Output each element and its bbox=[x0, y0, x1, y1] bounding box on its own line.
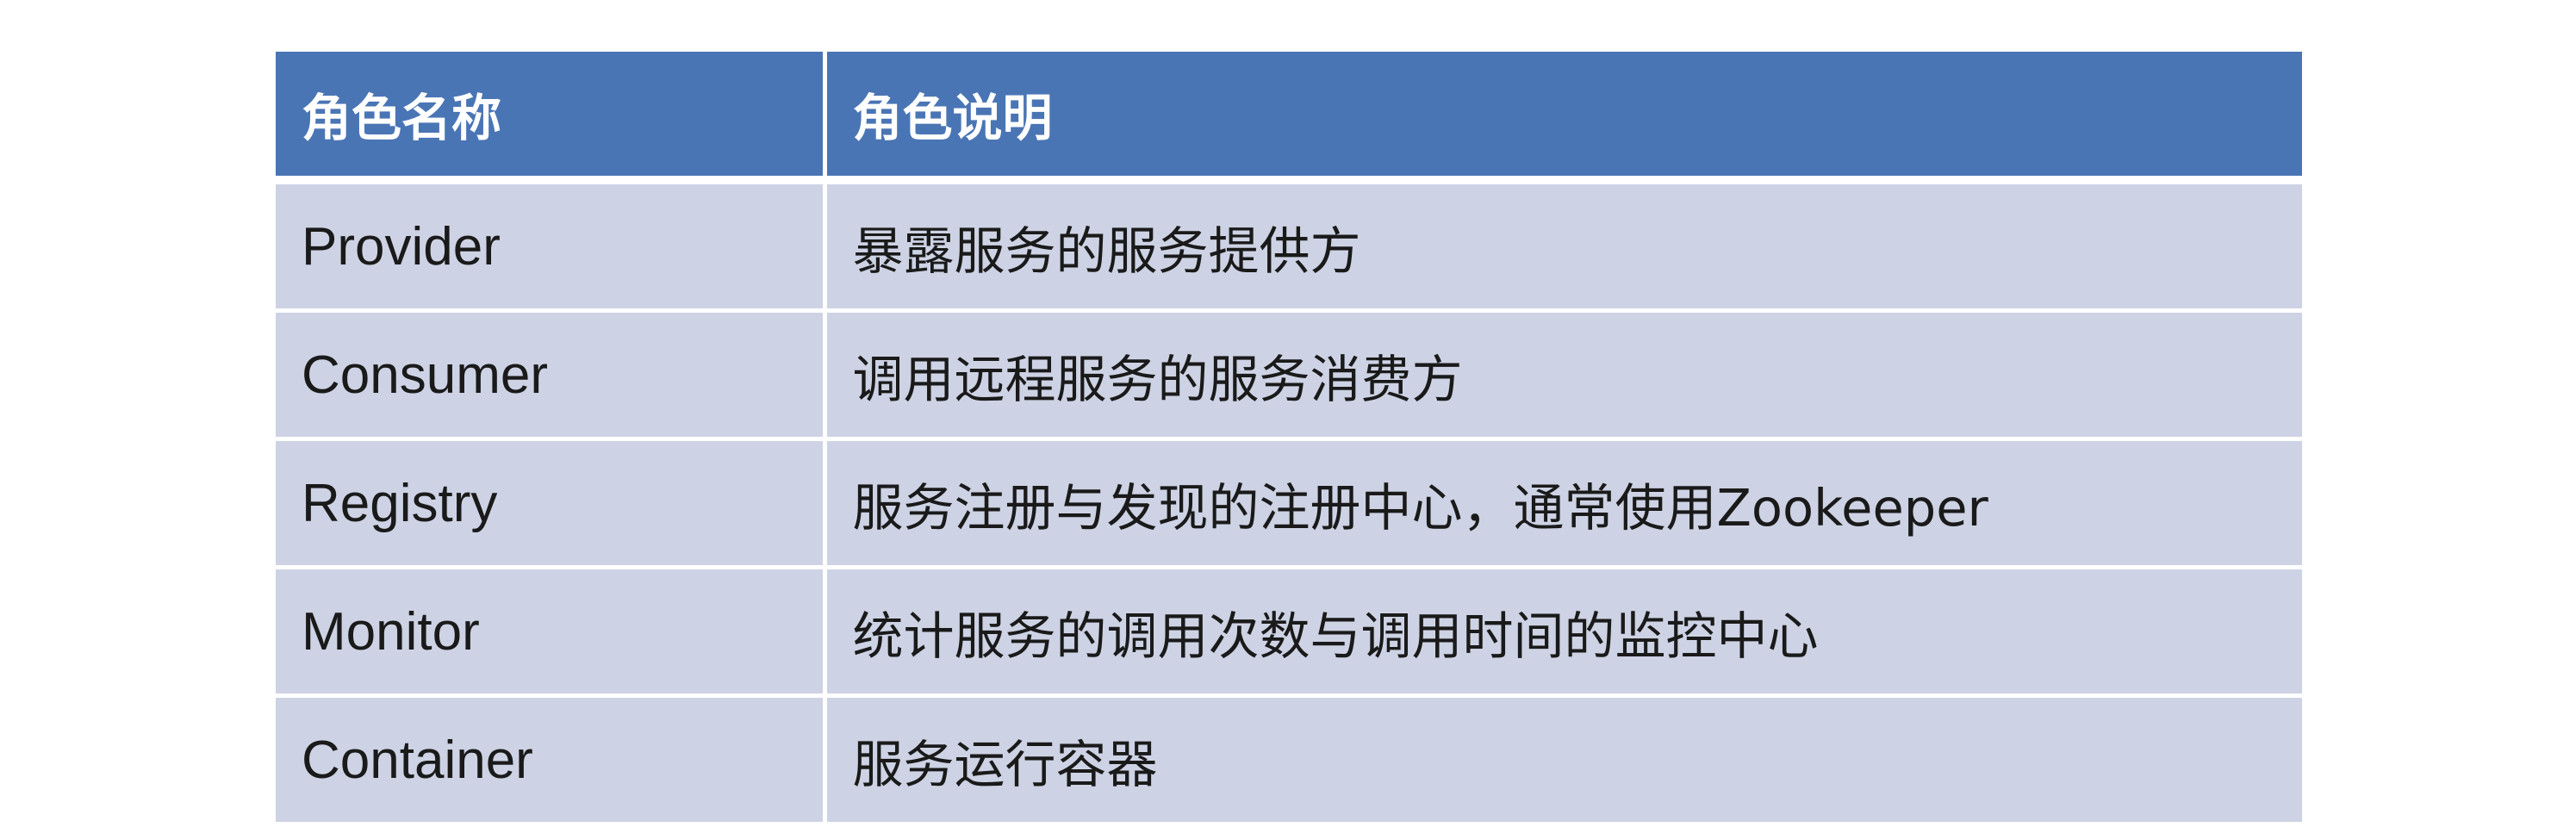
roles-table: 角色名称 角色说明 Provider 暴露服务的服务提供方 Consumer 调… bbox=[276, 52, 2302, 826]
role-description-cell: 统计服务的调用次数与调用时间的监控中心 bbox=[824, 567, 2302, 698]
role-description-cell: 调用远程服务的服务消费方 bbox=[824, 310, 2302, 441]
role-name-cell: Container bbox=[276, 695, 827, 826]
header-role-name: 角色名称 bbox=[276, 52, 827, 184]
table-header-row: 角色名称 角色说明 bbox=[276, 52, 2302, 184]
table-row: Consumer 调用远程服务的服务消费方 bbox=[276, 310, 2302, 441]
role-description-cell: 服务运行容器 bbox=[824, 695, 2302, 826]
table-row: Registry 服务注册与发现的注册中心，通常使用Zookeeper bbox=[276, 438, 2302, 569]
role-name-cell: Consumer bbox=[276, 310, 827, 441]
role-description-cell: 暴露服务的服务提供方 bbox=[824, 180, 2302, 313]
table-row: Provider 暴露服务的服务提供方 bbox=[276, 180, 2302, 313]
header-role-description: 角色说明 bbox=[824, 52, 2302, 184]
role-name-cell: Registry bbox=[276, 438, 827, 569]
table-row: Container 服务运行容器 bbox=[276, 695, 2302, 826]
role-description-cell: 服务注册与发现的注册中心，通常使用Zookeeper bbox=[824, 438, 2302, 569]
role-name-cell: Monitor bbox=[276, 567, 827, 698]
table-row: Monitor 统计服务的调用次数与调用时间的监控中心 bbox=[276, 567, 2302, 698]
role-name-cell: Provider bbox=[276, 180, 827, 313]
